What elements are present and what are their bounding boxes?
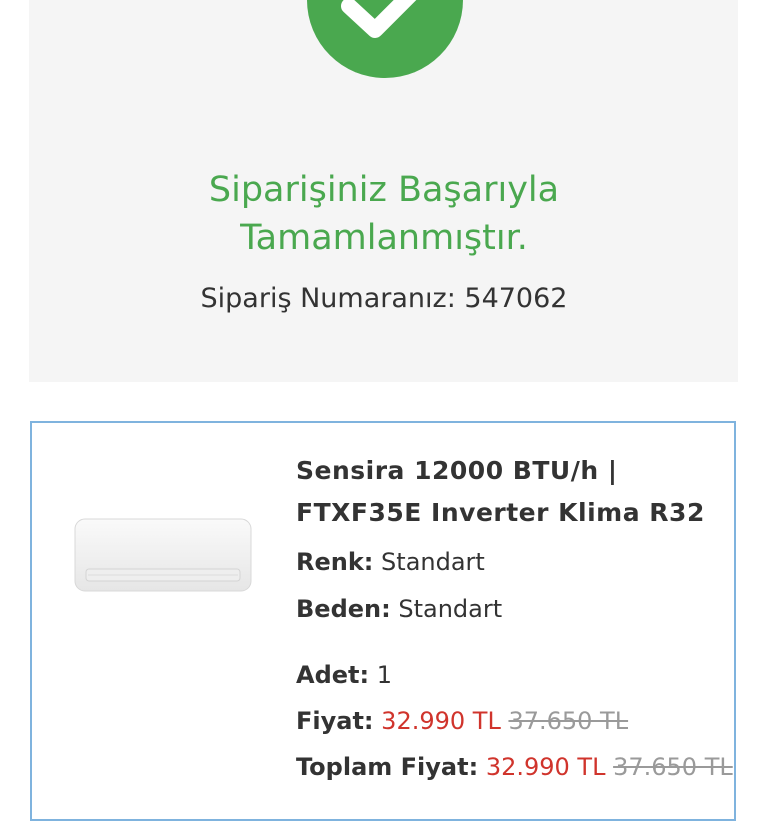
product-name[interactable]: Sensira 12000 BTU/h | bbox=[296, 450, 617, 492]
quantity-label: Adet: bbox=[296, 661, 370, 689]
quantity-value: 1 bbox=[376, 661, 393, 689]
color-label: Renk: bbox=[296, 548, 374, 576]
success-title-line2: Tamamlanmıştır. bbox=[240, 218, 528, 258]
product-size-row: Beden: Standart bbox=[296, 592, 502, 626]
total-old: 37.650 TL bbox=[613, 753, 733, 781]
order-number: Sipariş Numaranız: 547062 bbox=[0, 281, 768, 317]
price-old: 37.650 TL bbox=[508, 707, 629, 735]
color-value: Standart bbox=[381, 548, 485, 576]
success-title: Siparişiniz Başarıyla bbox=[208, 170, 560, 210]
product-total-row: Toplam Fiyat: 32.990 TL 37.650 TL bbox=[296, 750, 733, 784]
order-number-value: 547062 bbox=[464, 283, 568, 314]
total-label: Toplam Fiyat: bbox=[296, 753, 479, 781]
success-check-icon bbox=[307, 0, 463, 78]
product-name-line2[interactable]: FTXF35E Inverter Klima R32 bbox=[296, 492, 705, 534]
price-value: 32.990 TL bbox=[381, 707, 501, 735]
order-number-label: Sipariş Numaranız: bbox=[200, 283, 456, 314]
product-quantity-row: Adet: 1 bbox=[296, 658, 392, 692]
air-conditioner-unit-image bbox=[74, 517, 252, 593]
size-value: Standart bbox=[398, 595, 503, 623]
price-label: Fiyat: bbox=[296, 707, 374, 735]
product-price-row: Fiyat: 32.990 TL 37.650 TL bbox=[296, 704, 628, 738]
product-color-row: Renk: Standart bbox=[296, 545, 485, 579]
size-label: Beden: bbox=[296, 595, 391, 623]
total-value: 32.990 TL bbox=[485, 753, 606, 781]
